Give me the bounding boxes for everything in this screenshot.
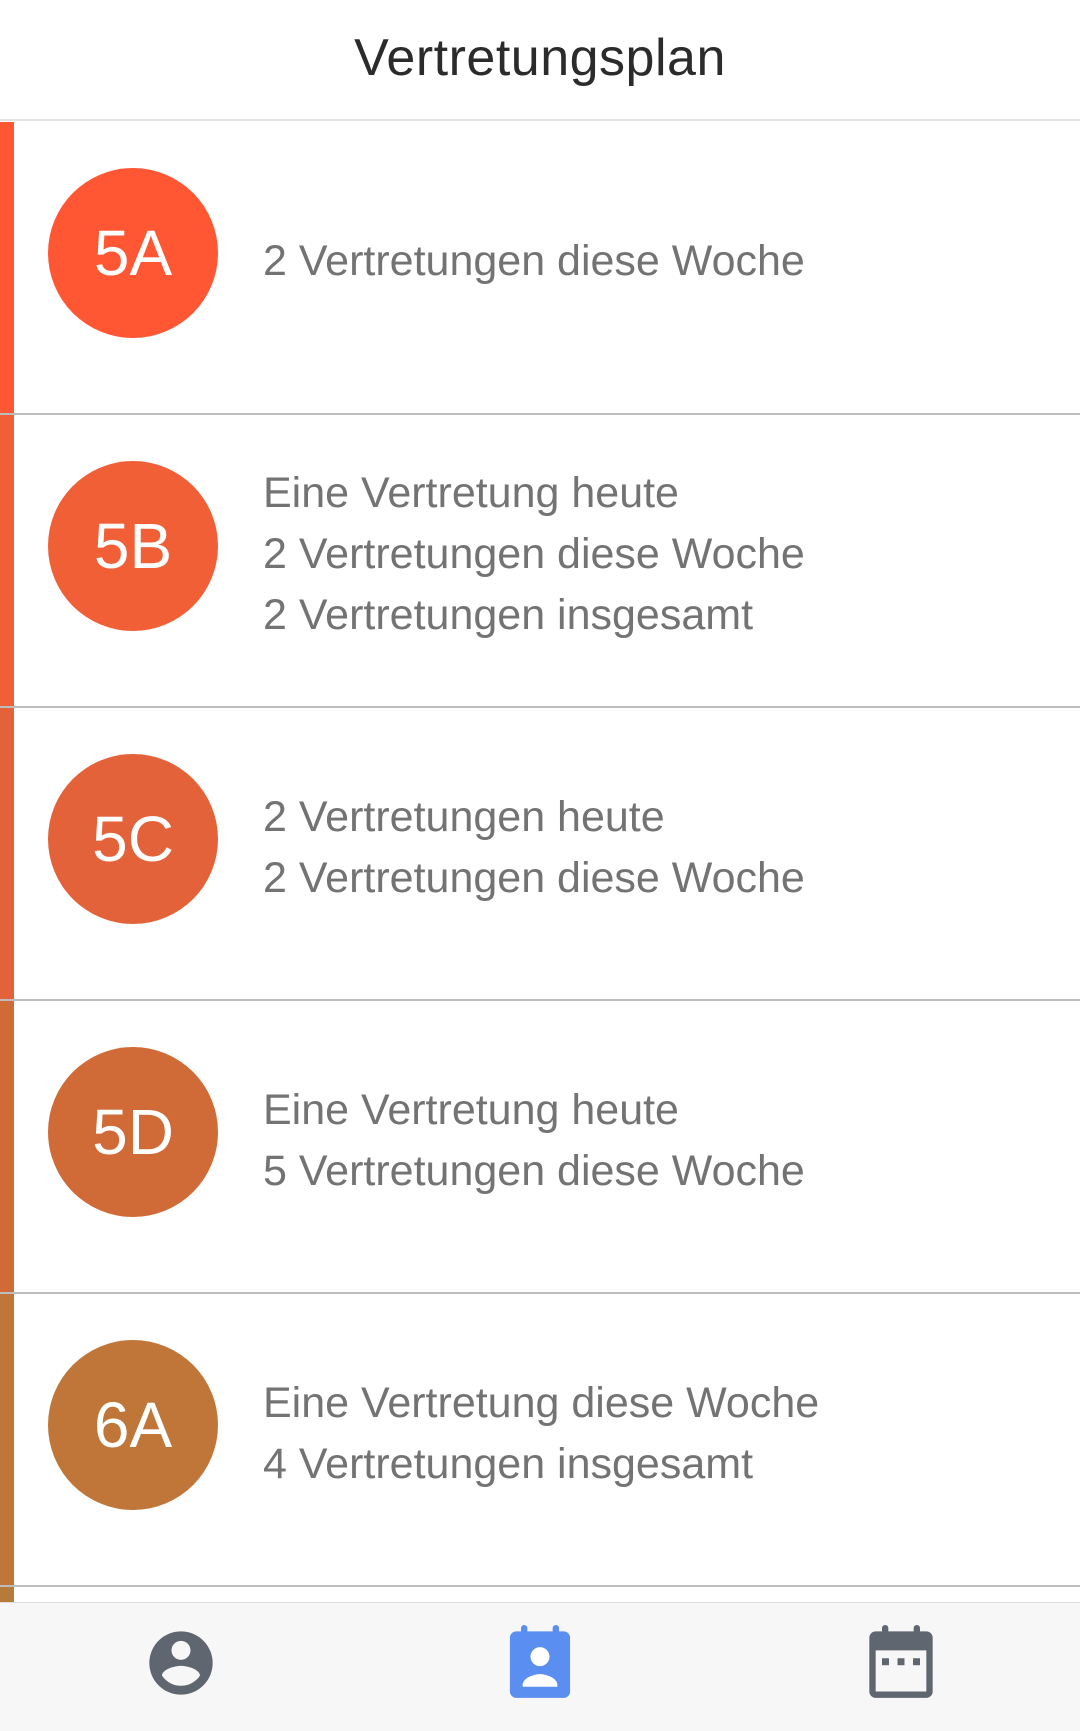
class-list-item-partial[interactable] xyxy=(0,1587,1080,1602)
class-summary: Eine Vertretung heute 2 Vertretungen die… xyxy=(263,409,1060,700)
summary-line: 2 Vertretungen diese Woche xyxy=(263,530,805,578)
class-name: 5A xyxy=(93,217,173,289)
nav-profile[interactable] xyxy=(141,1623,221,1703)
class-avatar: 5A xyxy=(48,168,218,338)
bottom-navigation xyxy=(0,1602,1080,1731)
class-summary: 2 Vertretungen heute 2 Vertretungen dies… xyxy=(263,702,1060,993)
row-accent-bar xyxy=(0,1587,14,1602)
class-list-item-6a[interactable]: 6A Eine Vertretung diese Woche 4 Vertret… xyxy=(0,1294,1080,1587)
summary-line: 2 Vertretungen diese Woche xyxy=(263,853,805,902)
class-summary: Eine Vertretung diese Woche 4 Vertretung… xyxy=(263,1288,1060,1579)
app-header: Vertretungsplan xyxy=(0,0,1080,121)
class-avatar: 5D xyxy=(48,1047,218,1217)
summary-line: 2 Vertretungen heute xyxy=(263,792,665,841)
class-name: 5D xyxy=(92,1096,174,1168)
class-avatar: 6A xyxy=(48,1340,218,1510)
row-accent-bar xyxy=(0,1001,14,1292)
nav-class-plan[interactable] xyxy=(500,1623,580,1703)
account-circle-icon xyxy=(149,1631,213,1695)
row-accent-bar xyxy=(0,708,14,999)
class-list-item-5b[interactable]: 5B Eine Vertretung heute 2 Vertretungen … xyxy=(0,415,1080,708)
class-list[interactable]: 5A 2 Vertretungen diese Woche 5B Eine Ve… xyxy=(0,122,1080,1602)
class-avatar: 5B xyxy=(48,461,218,631)
class-list-item-5a[interactable]: 5A 2 Vertretungen diese Woche xyxy=(0,122,1080,415)
row-accent-bar xyxy=(0,1294,14,1585)
row-accent-bar xyxy=(0,415,14,706)
row-accent-bar xyxy=(0,122,14,413)
summary-line: 2 Vertretungen diese Woche xyxy=(263,237,805,285)
class-avatar: 5C xyxy=(48,754,218,924)
class-name: 5C xyxy=(92,803,174,875)
nav-calendar[interactable] xyxy=(861,1623,941,1703)
class-list-item-5d[interactable]: 5D Eine Vertretung heute 5 Vertretungen … xyxy=(0,1001,1080,1294)
summary-line: Eine Vertretung heute xyxy=(263,469,679,517)
summary-line: Eine Vertretung diese Woche xyxy=(263,1378,820,1427)
class-name: 5B xyxy=(93,510,173,582)
class-summary: Eine Vertretung heute 5 Vertretungen die… xyxy=(263,995,1060,1286)
class-summary: 2 Vertretungen diese Woche xyxy=(263,122,1060,407)
summary-line: 5 Vertretungen diese Woche xyxy=(263,1146,805,1195)
calendar-icon xyxy=(869,1625,933,1698)
summary-line: 4 Vertretungen insgesamt xyxy=(263,1439,754,1488)
class-name: 6A xyxy=(93,1389,173,1461)
class-list-item-5c[interactable]: 5C 2 Vertretungen heute 2 Vertretungen d… xyxy=(0,708,1080,1001)
page-title: Vertretungsplan xyxy=(354,28,726,87)
contact-calendar-icon xyxy=(509,1625,571,1698)
summary-line: Eine Vertretung heute xyxy=(263,1085,679,1134)
summary-line: 2 Vertretungen insgesamt xyxy=(263,591,754,639)
